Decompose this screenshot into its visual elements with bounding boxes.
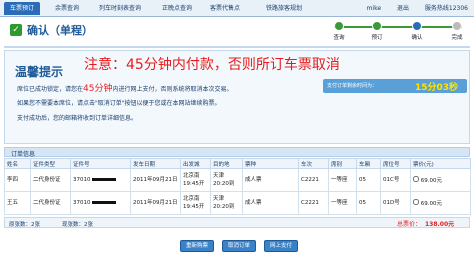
notice-line-cancel: 如果您不需要本席位，请点击"取消订单"按钮以便于您或在本网站继续购票。 [17,100,221,107]
from-station: 北京南 19:45开 [180,191,211,215]
user-area: mike 退出 服务热线12306 [353,2,468,15]
redacted-bar [91,201,116,204]
passenger-name: 王五 [4,191,31,215]
table-header-row: 姓名 证件类型 证件号 发车日期 出发城 目的地 票种 车次 席别 车厢 席位号… [4,158,471,169]
departure-date: 2011年09月21日 [130,168,181,192]
top-navigation: 车票预订 余票查询 列车时刻表查询 正晚点查询 客票代售点 铁路旅客规划 mik… [0,0,474,17]
notice-title: 温馨提示 [15,65,64,79]
hotline: 服务热线12306 [424,5,468,12]
column-header-train: 车次 [298,158,329,169]
seat-class: 一等座 [328,191,357,215]
order-summary: 原张数：2张 现张数：2张 总票价： 138.00元 [4,217,470,228]
to-station: 天津 20:20到 [210,191,243,215]
username: mike [366,5,382,12]
from-station: 北京南 19:45开 [180,168,211,192]
nav-tab-delay-query[interactable]: 正晚点查询 [156,2,198,15]
nav-tab-timetable[interactable]: 列车时刻表查询 [92,2,148,15]
step-confirm: 确认 [404,21,430,41]
train-number: C2221 [298,168,329,192]
payment-deadline: 45分钟 [83,84,113,94]
nav-tab-remaining-tickets[interactable]: 余票查询 [50,2,84,15]
rebook-button[interactable]: 重新购票 [180,240,214,252]
step-dot-icon [334,21,344,31]
id-number: 37010 [70,168,131,192]
progress-steps: 查询 预订 确认 完成 [326,21,470,43]
step-book: 预订 [364,21,390,41]
step-query: 查询 [326,21,352,41]
ticket-counts: 原张数：2张 现张数：2张 [9,222,93,228]
column-header-car: 车厢 [356,158,381,169]
step-dot-icon [412,21,422,31]
notice-line-lock: 席位已成功锁定，请您在45分钟内进行网上支付，否则系统将取消本次交易。 [17,84,233,94]
id-number: 37010 [70,191,131,215]
column-header-id-number: 证件号 [70,158,131,169]
steps-line [334,26,462,28]
divider [4,46,470,48]
departure-date: 2011年09月21日 [130,191,181,215]
online-pay-button[interactable]: 网上支付 [264,240,298,252]
column-header-to: 目的地 [210,158,243,169]
column-header-seat-class: 席别 [328,158,357,169]
to-station: 天津 20:20到 [210,168,243,192]
column-header-seat: 席位号 [380,158,411,169]
notice-line-email: 支付成功后，您的邮箱将收到订单详细信息。 [17,115,138,122]
countdown-time: 15分03秒 [415,83,459,93]
car-number: 05 [356,191,381,215]
ticket-type: 成人票 [242,168,299,192]
nav-tab-travel-planning[interactable]: 铁路旅客规划 [256,2,312,15]
total-price: 138.00元 [425,221,455,228]
id-type: 二代身份证 [30,168,71,192]
table-row: 李四 二代身份证 37010 2011年09月21日 北京南 19:45开 天津 2… [4,168,471,192]
step-dot-icon [452,21,462,31]
ticket-price: 69.00元 [410,168,471,192]
ticket-type: 成人票 [242,191,299,215]
price-checkbox[interactable] [413,175,419,182]
cancel-order-button[interactable]: 取消订单 [222,240,256,252]
order-table: 姓名 证件类型 证件号 发车日期 出发城 目的地 票种 车次 席别 车厢 席位号… [4,158,471,215]
redacted-bar [91,178,116,181]
countdown-label: 支付订单剩余时间为： [327,83,378,89]
page-title: 确认（单程） [27,24,93,37]
car-number: 05 [356,168,381,192]
notice-panel: 温馨提示 注意：45分钟内付款，否则所订车票取消 席位已成功锁定，请您在45分钟… [4,50,470,144]
step-complete: 完成 [444,21,470,41]
check-icon: ✓ [10,24,22,36]
order-section-title: 订单信息 [11,151,36,158]
countdown-timer: 支付订单剩余时间为： 15分03秒 [323,79,467,93]
column-header-ticket-type: 票种 [242,158,299,169]
column-header-from: 出发城 [180,158,211,169]
seat-number: 01D号 [380,191,411,215]
nav-tab-ticket-booking[interactable]: 车票预订 [4,2,40,15]
seat-number: 01C号 [380,168,411,192]
total-price-label: 总票价： [397,221,422,228]
column-header-id-type: 证件类型 [30,158,71,169]
column-header-price: 票价(元) [410,158,471,169]
nav-tab-agency-outlets[interactable]: 客票代售点 [204,2,246,15]
price-checkbox[interactable] [413,198,419,205]
id-type: 二代身份证 [30,191,71,215]
passenger-name: 李四 [4,168,31,192]
ticket-price: 69.00元 [410,191,471,215]
train-number: C2221 [298,191,329,215]
column-header-name: 姓名 [4,158,31,169]
column-header-date: 发车日期 [130,158,181,169]
payment-warning: 注意：45分钟内付款，否则所订车票取消 [84,57,340,73]
step-dot-icon [372,21,382,31]
logout-link[interactable]: 退出 [397,5,409,12]
table-row: 王五 二代身份证 37010 2011年09月21日 北京南 19:45开 天津 2… [4,191,471,215]
order-section-header: 订单信息 [4,147,470,158]
seat-class: 一等座 [328,168,357,192]
